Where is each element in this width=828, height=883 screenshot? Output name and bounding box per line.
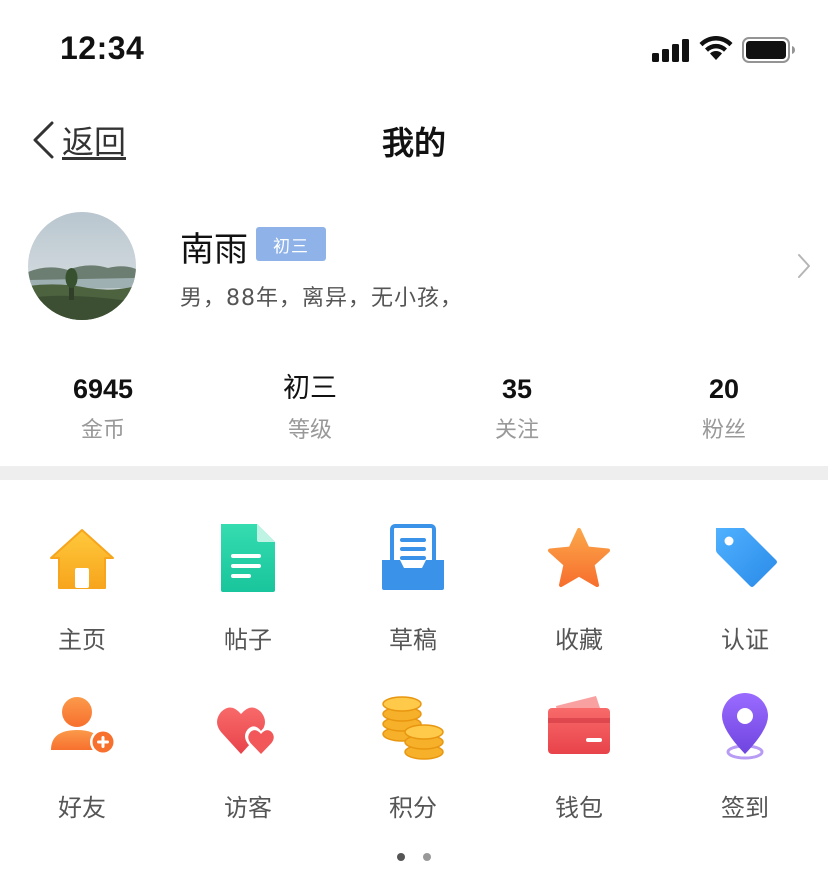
profile-bio: 男，88年，离异，无小孩， <box>180 286 463 311</box>
page-title: 我的 <box>381 124 446 162</box>
grid-item-home[interactable]: 主页 <box>17 524 147 674</box>
grid-label: 认证 <box>721 626 769 654</box>
grid-label: 钱包 <box>555 794 603 822</box>
grid-item-drafts[interactable]: 草稿 <box>348 524 478 674</box>
hearts-icon <box>215 692 281 764</box>
stat-value: 20 <box>708 374 740 404</box>
stat-label: 金币 <box>80 418 125 443</box>
avatar[interactable] <box>28 212 136 320</box>
stat-fans[interactable]: 20 粉丝 <box>624 370 824 444</box>
stat-value: 35 <box>501 374 533 404</box>
stat-label: 关注 <box>494 418 539 443</box>
function-grid: 主页 帖子 草稿 收藏 认证 好友 访客 积分 钱包 签到 <box>0 480 828 840</box>
grid-item-visitors[interactable]: 访客 <box>183 692 313 842</box>
draft-tray-icon <box>380 524 446 596</box>
stat-value: 6945 <box>72 374 134 404</box>
status-time: 12:34 <box>60 30 145 66</box>
stat-level[interactable]: 初三 等级 <box>210 370 410 444</box>
grid-label: 签到 <box>721 794 769 822</box>
stat-label: 粉丝 <box>701 418 746 443</box>
location-pin-icon <box>712 692 778 764</box>
grid-label: 好友 <box>58 794 106 822</box>
profile-card[interactable]: 南雨 初三 男，88年，离异，无小孩， <box>0 200 828 330</box>
grid-label: 主页 <box>58 626 106 654</box>
profile-name: 南雨 <box>180 230 248 270</box>
grid-label: 草稿 <box>389 626 437 654</box>
stat-label: 等级 <box>287 418 332 443</box>
grid-item-wallet[interactable]: 钱包 <box>514 692 644 842</box>
tag-icon <box>712 524 778 596</box>
add-friend-icon <box>49 692 115 764</box>
avatar-landscape-image <box>28 212 136 320</box>
page-indicator <box>0 853 828 863</box>
stat-following[interactable]: 35 关注 <box>417 370 617 444</box>
signal-icon <box>652 38 692 62</box>
grid-label: 访客 <box>224 794 272 822</box>
level-badge: 初三 <box>256 227 326 261</box>
grid-label: 积分 <box>389 794 437 822</box>
stat-coins[interactable]: 6945 金币 <box>3 370 203 444</box>
page-dot-active[interactable] <box>397 853 405 861</box>
grid-item-verify[interactable]: 认证 <box>680 524 810 674</box>
grid-label: 收藏 <box>555 626 603 654</box>
coins-icon <box>380 692 446 764</box>
chevron-right-icon <box>798 254 810 278</box>
grid-item-points[interactable]: 积分 <box>348 692 478 842</box>
battery-icon <box>742 37 795 63</box>
star-icon <box>546 524 612 596</box>
grid-item-checkin[interactable]: 签到 <box>680 692 810 842</box>
page-dot[interactable] <box>423 853 431 861</box>
stat-value: 初三 <box>283 373 337 404</box>
wallet-card-icon <box>546 692 612 764</box>
grid-item-friends[interactable]: 好友 <box>17 692 147 842</box>
status-bar: 12:34 <box>0 0 828 98</box>
post-document-icon <box>215 524 281 596</box>
stats-row: 6945 金币 初三 等级 35 关注 20 粉丝 <box>0 370 828 450</box>
grid-item-favorites[interactable]: 收藏 <box>514 524 644 674</box>
grid-label: 帖子 <box>224 626 272 654</box>
navigation-bar: 返回 我的 <box>0 98 828 186</box>
grid-item-posts[interactable]: 帖子 <box>183 524 313 674</box>
home-icon <box>49 524 115 596</box>
wifi-icon <box>699 36 733 60</box>
section-divider <box>0 466 828 480</box>
